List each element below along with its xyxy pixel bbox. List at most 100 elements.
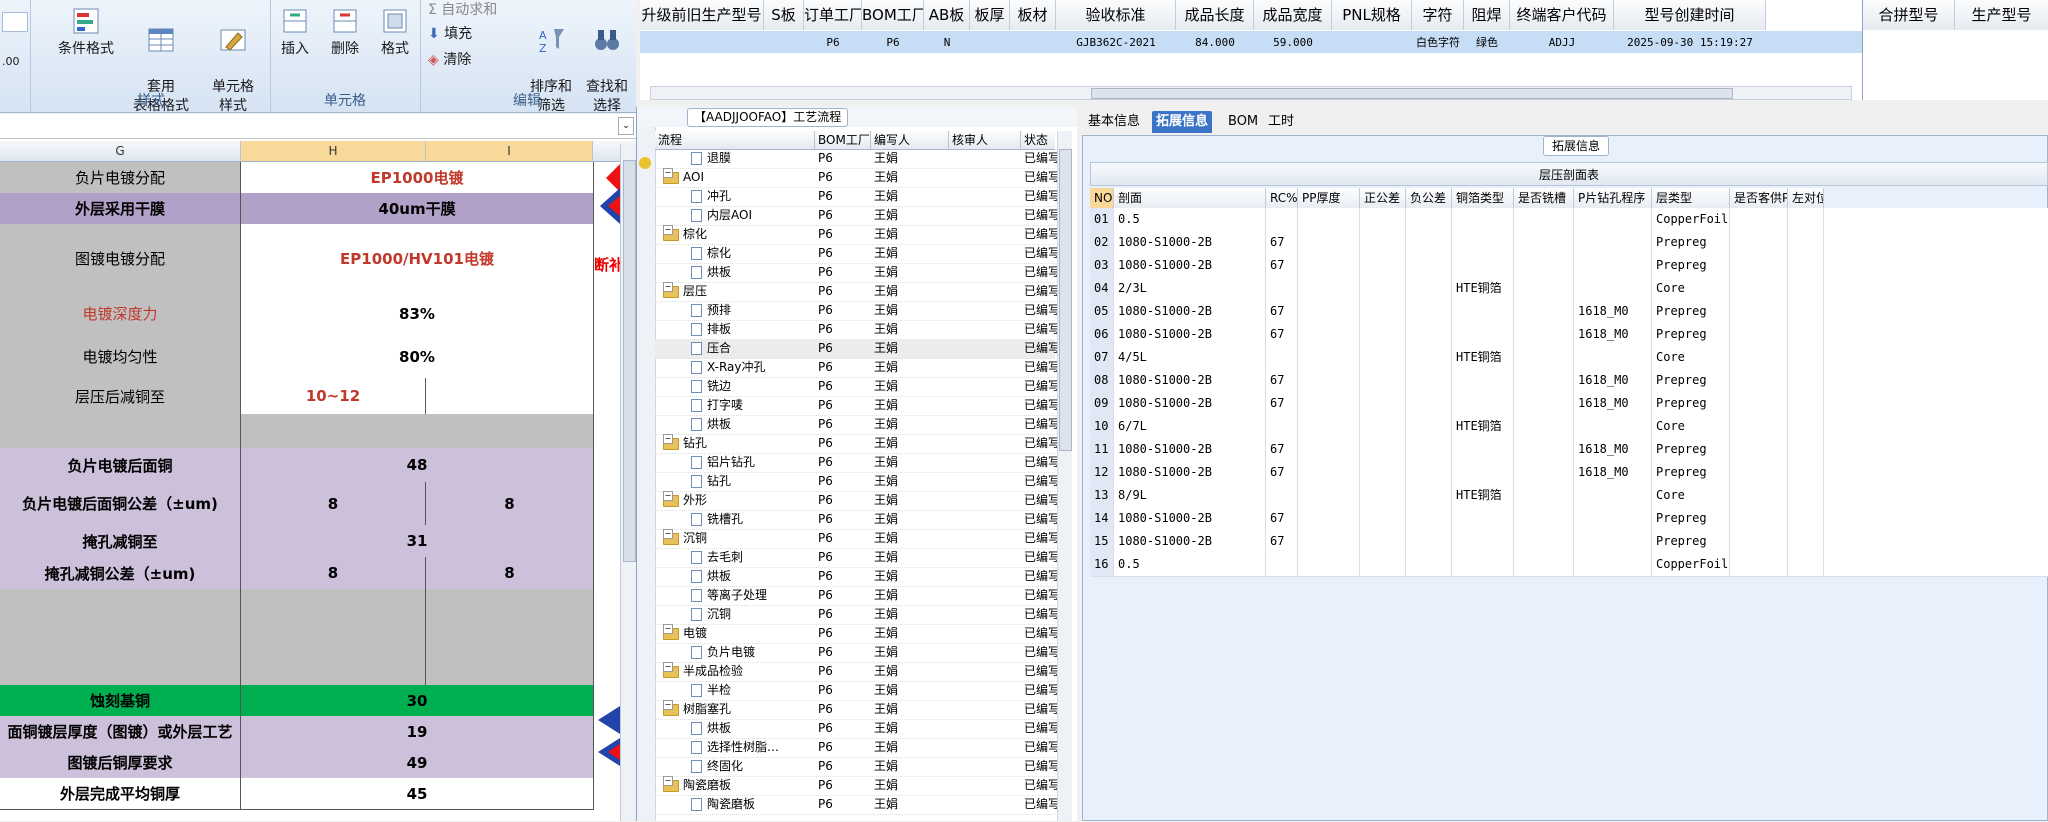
lam-cell-foil-type[interactable] <box>1452 231 1514 254</box>
lam-cell-customer-pp[interactable] <box>1730 415 1788 438</box>
lam-cell-layer-type[interactable]: Prepreg <box>1652 369 1730 392</box>
lam-cell-left-align[interactable] <box>1788 346 1824 369</box>
col-header-order-factory[interactable]: 订单工厂 <box>804 0 862 30</box>
production-model-header[interactable]: 生产型号 <box>1955 0 2048 30</box>
process-tree-row[interactable]: 预排 P6 王娟 已编写 <box>655 301 1060 321</box>
process-tree-row[interactable]: 等离子处理 P6 王娟 已编写 <box>655 586 1060 606</box>
lam-cell-section[interactable]: 1080-S1000-2B <box>1114 530 1266 553</box>
process-tree-row[interactable]: 冲孔 P6 王娟 已编写 <box>655 187 1060 207</box>
lam-cell-section[interactable]: 1080-S1000-2B <box>1114 369 1266 392</box>
lam-cell-minus-tol[interactable] <box>1406 507 1452 530</box>
lam-cell-minus-tol[interactable] <box>1406 438 1452 461</box>
fill-button[interactable]: ⬇ 填充 <box>428 24 472 44</box>
lam-cell-milling[interactable] <box>1514 530 1574 553</box>
lam-cell-plus-tol[interactable] <box>1360 415 1406 438</box>
lam-cell-milling[interactable] <box>1514 208 1574 231</box>
lam-header-plus-tol[interactable]: 正公差 <box>1360 188 1406 208</box>
lam-cell-customer-pp[interactable] <box>1730 507 1788 530</box>
lam-cell-minus-tol[interactable] <box>1406 369 1452 392</box>
formula-bar[interactable]: ⌄ <box>0 114 636 139</box>
col-header-thickness[interactable]: 板厚 <box>970 0 1010 30</box>
lam-cell-customer-pp[interactable] <box>1730 530 1788 553</box>
lam-cell-drill-program[interactable] <box>1574 208 1652 231</box>
collapse-toggle-icon[interactable]: − <box>663 776 673 786</box>
cell-legend[interactable]: 白色字符 <box>1412 33 1464 53</box>
sheet-cell-h[interactable]: 19 <box>241 716 594 747</box>
lam-cell-plus-tol[interactable] <box>1360 553 1406 576</box>
collapse-toggle-icon[interactable]: − <box>663 282 673 292</box>
lam-cell-minus-tol[interactable] <box>1406 415 1452 438</box>
cell-ab-board[interactable]: N <box>924 33 970 53</box>
lam-cell-section[interactable]: 6/7L <box>1114 415 1266 438</box>
lam-cell-layer-type[interactable]: Prepreg <box>1652 323 1730 346</box>
process-tree-row[interactable]: − 层压 P6 王娟 已编写 <box>655 282 1060 302</box>
sheet-cell-i[interactable] <box>426 378 594 414</box>
lam-cell-plus-tol[interactable] <box>1360 231 1406 254</box>
lam-cell-milling[interactable] <box>1514 231 1574 254</box>
lam-cell-foil-type[interactable]: HTE铜箔 <box>1452 346 1514 369</box>
lam-cell-layer-type[interactable]: Prepreg <box>1652 231 1730 254</box>
sheet-cell-g[interactable] <box>0 623 241 654</box>
lam-cell-rc[interactable]: 67 <box>1266 507 1298 530</box>
tree-vertical-scrollbar[interactable] <box>1057 131 1072 821</box>
lamination-row[interactable]: 11 1080-S1000-2B 67 1618_M0 Prepreg <box>1090 438 2048 462</box>
lam-cell-rc[interactable] <box>1266 484 1298 507</box>
lam-header-no[interactable]: NO <box>1090 188 1114 208</box>
lam-cell-customer-pp[interactable] <box>1730 484 1788 507</box>
lam-cell-customer-pp[interactable] <box>1730 208 1788 231</box>
collapse-toggle-icon[interactable]: − <box>663 225 673 235</box>
col-header-length[interactable]: 成品长度 <box>1176 0 1254 30</box>
lam-cell-drill-program[interactable] <box>1574 231 1652 254</box>
lam-cell-foil-type[interactable]: HTE铜箔 <box>1452 277 1514 300</box>
lam-cell-no[interactable]: 09 <box>1090 392 1114 415</box>
sheet-cell-g[interactable]: 掩孔减铜公差（±um) <box>0 557 241 589</box>
lam-cell-layer-type[interactable]: Prepreg <box>1652 254 1730 277</box>
col-header-old-model[interactable]: 升级前旧生产型号 <box>640 0 764 30</box>
lam-cell-drill-program[interactable]: 1618_M0 <box>1574 392 1652 415</box>
lam-cell-no[interactable]: 01 <box>1090 208 1114 231</box>
lam-cell-milling[interactable] <box>1514 300 1574 323</box>
cell-thickness[interactable] <box>970 33 1010 53</box>
lam-cell-foil-type[interactable]: HTE铜箔 <box>1452 484 1514 507</box>
lam-cell-drill-program[interactable]: 1618_M0 <box>1574 461 1652 484</box>
bom-factory-column-header[interactable]: BOM工厂 <box>815 131 871 149</box>
lam-cell-layer-type[interactable]: Prepreg <box>1652 438 1730 461</box>
delete-button[interactable]: 删除 <box>322 6 368 59</box>
sheet-cell-h[interactable]: EP1000/HV101电镀 <box>241 224 594 292</box>
lam-cell-rc[interactable] <box>1266 208 1298 231</box>
cell-pnl-spec[interactable] <box>1332 33 1412 53</box>
lam-cell-pp-thickness[interactable] <box>1298 277 1360 300</box>
lam-cell-no[interactable]: 07 <box>1090 346 1114 369</box>
collapse-toggle-icon[interactable]: − <box>663 529 673 539</box>
sheet-cell-h[interactable]: 10~12 <box>241 378 426 414</box>
collapse-toggle-icon[interactable]: − <box>663 624 673 634</box>
lam-cell-left-align[interactable] <box>1788 553 1824 576</box>
process-tree-row[interactable]: − AOI P6 王娟 已编写 <box>655 168 1060 188</box>
sheet-cell-g[interactable]: 外层采用干膜 <box>0 193 241 224</box>
process-tree-row[interactable]: 打字唛 P6 王娟 已编写 <box>655 396 1060 416</box>
lam-cell-plus-tol[interactable] <box>1360 277 1406 300</box>
lam-cell-rc[interactable]: 67 <box>1266 461 1298 484</box>
process-tree-row[interactable]: 退膜 P6 王娟 已编写 <box>655 149 1060 169</box>
lam-cell-no[interactable]: 02 <box>1090 231 1114 254</box>
lam-cell-milling[interactable] <box>1514 254 1574 277</box>
lam-cell-minus-tol[interactable] <box>1406 530 1452 553</box>
lam-cell-rc[interactable]: 67 <box>1266 323 1298 346</box>
process-tree-row[interactable]: 去毛刺 P6 王娟 已编写 <box>655 548 1060 568</box>
col-header-legend[interactable]: 字符 <box>1412 0 1464 30</box>
lam-cell-left-align[interactable] <box>1788 277 1824 300</box>
lam-cell-left-align[interactable] <box>1788 208 1824 231</box>
lam-cell-pp-thickness[interactable] <box>1298 254 1360 277</box>
lam-cell-plus-tol[interactable] <box>1360 392 1406 415</box>
lam-cell-foil-type[interactable] <box>1452 254 1514 277</box>
clear-button[interactable]: ◈ 清除 <box>428 50 471 70</box>
lam-cell-foil-type[interactable] <box>1452 507 1514 530</box>
sheet-cell-h[interactable] <box>241 654 426 685</box>
sheet-cell-g[interactable] <box>0 414 241 448</box>
lam-cell-rc[interactable]: 67 <box>1266 392 1298 415</box>
lam-cell-rc[interactable]: 67 <box>1266 530 1298 553</box>
col-header-s-board[interactable]: S板 <box>764 0 804 30</box>
sheet-cell-g[interactable]: 掩孔减铜至 <box>0 525 241 557</box>
flow-column-header[interactable]: 流程 <box>655 131 815 149</box>
lam-cell-drill-program[interactable]: 1618_M0 <box>1574 369 1652 392</box>
